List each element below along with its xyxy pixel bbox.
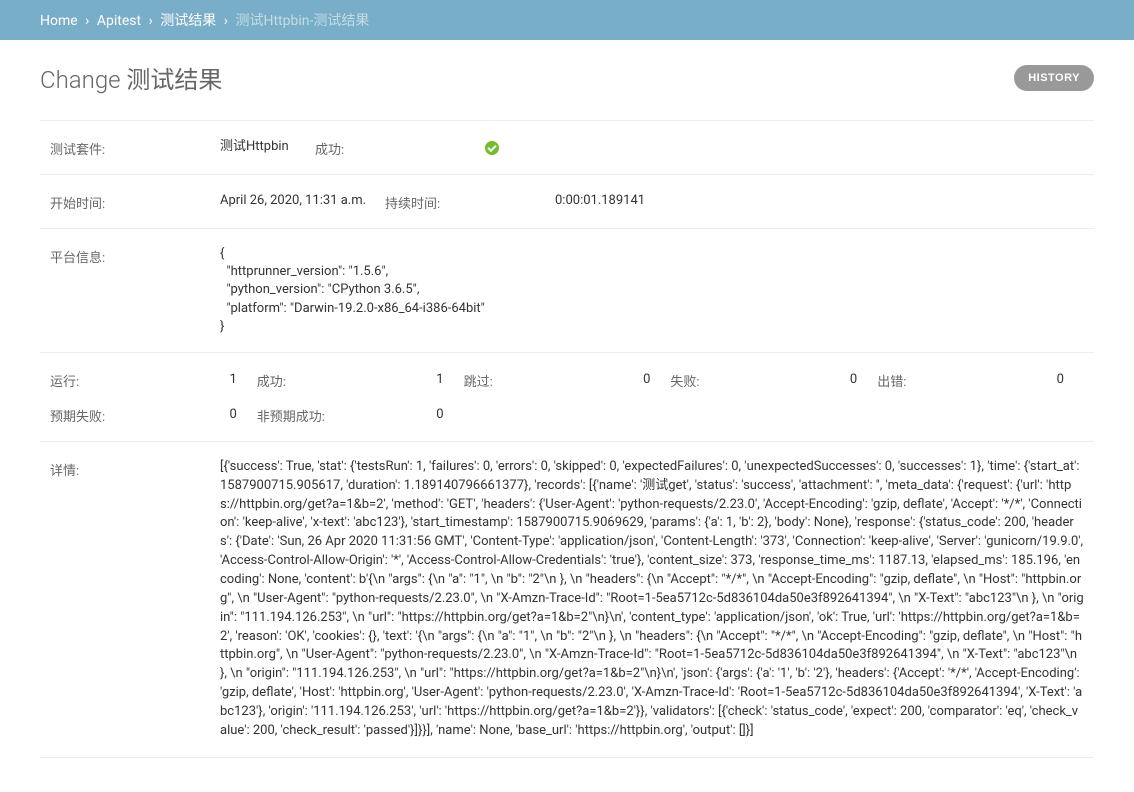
success-check-icon [485,141,499,155]
platform-info: { "httprunner_version": "1.5.6", "python… [220,245,1084,336]
stat-error-label: 出错: [877,369,906,390]
breadcrumb-current: 测试Httpbin-测试结果 [235,13,369,29]
stat-run-value: 1 [79,372,257,387]
page-title: Change 测试结果 [40,60,222,95]
stat-expected-fail-label: 预期失败: [50,404,105,425]
stat-error-value: 0 [906,372,1084,387]
success-label: 成功: [315,137,485,158]
details-label: 详情: [50,458,220,479]
stat-run-label: 运行: [50,369,79,390]
breadcrumb-app[interactable]: Apitest [97,13,141,29]
breadcrumb-home[interactable]: Home [40,13,78,29]
start-time-value: April 26, 2020, 11:31 a.m. [220,191,366,212]
duration-value: 0:00:01.189141 [555,191,645,212]
stat-skip-label: 跳过: [464,369,493,390]
stats-row-1: 运行:1 成功:1 跳过:0 失败:0 出错:0 [50,369,1084,390]
stat-skip-value: 0 [493,372,671,387]
stat-expected-fail-value: 0 [105,407,257,422]
breadcrumb-model[interactable]: 测试结果 [160,13,216,29]
duration-label: 持续时间: [385,191,555,212]
stat-unexpected-success-value: 0 [325,407,464,422]
stat-success-label: 成功: [257,369,286,390]
stats-row-2: 预期失败:0 非预期成功:0 [50,404,1084,425]
history-button[interactable]: HISTORY [1014,65,1094,91]
stat-success-value: 1 [286,372,464,387]
stat-unexpected-success-label: 非预期成功: [257,404,325,425]
stat-fail-label: 失败: [670,369,699,390]
details-text: [{'success': True, 'stat': {'testsRun': … [220,458,1084,741]
breadcrumb: Home › Apitest › 测试结果 › 测试Httpbin-测试结果 [0,0,1134,40]
suite-label: 测试套件: [50,137,220,158]
stat-fail-value: 0 [700,372,878,387]
start-time-label: 开始时间: [50,191,220,212]
suite-value: 测试Httpbin [220,137,289,158]
platform-label: 平台信息: [50,245,220,266]
